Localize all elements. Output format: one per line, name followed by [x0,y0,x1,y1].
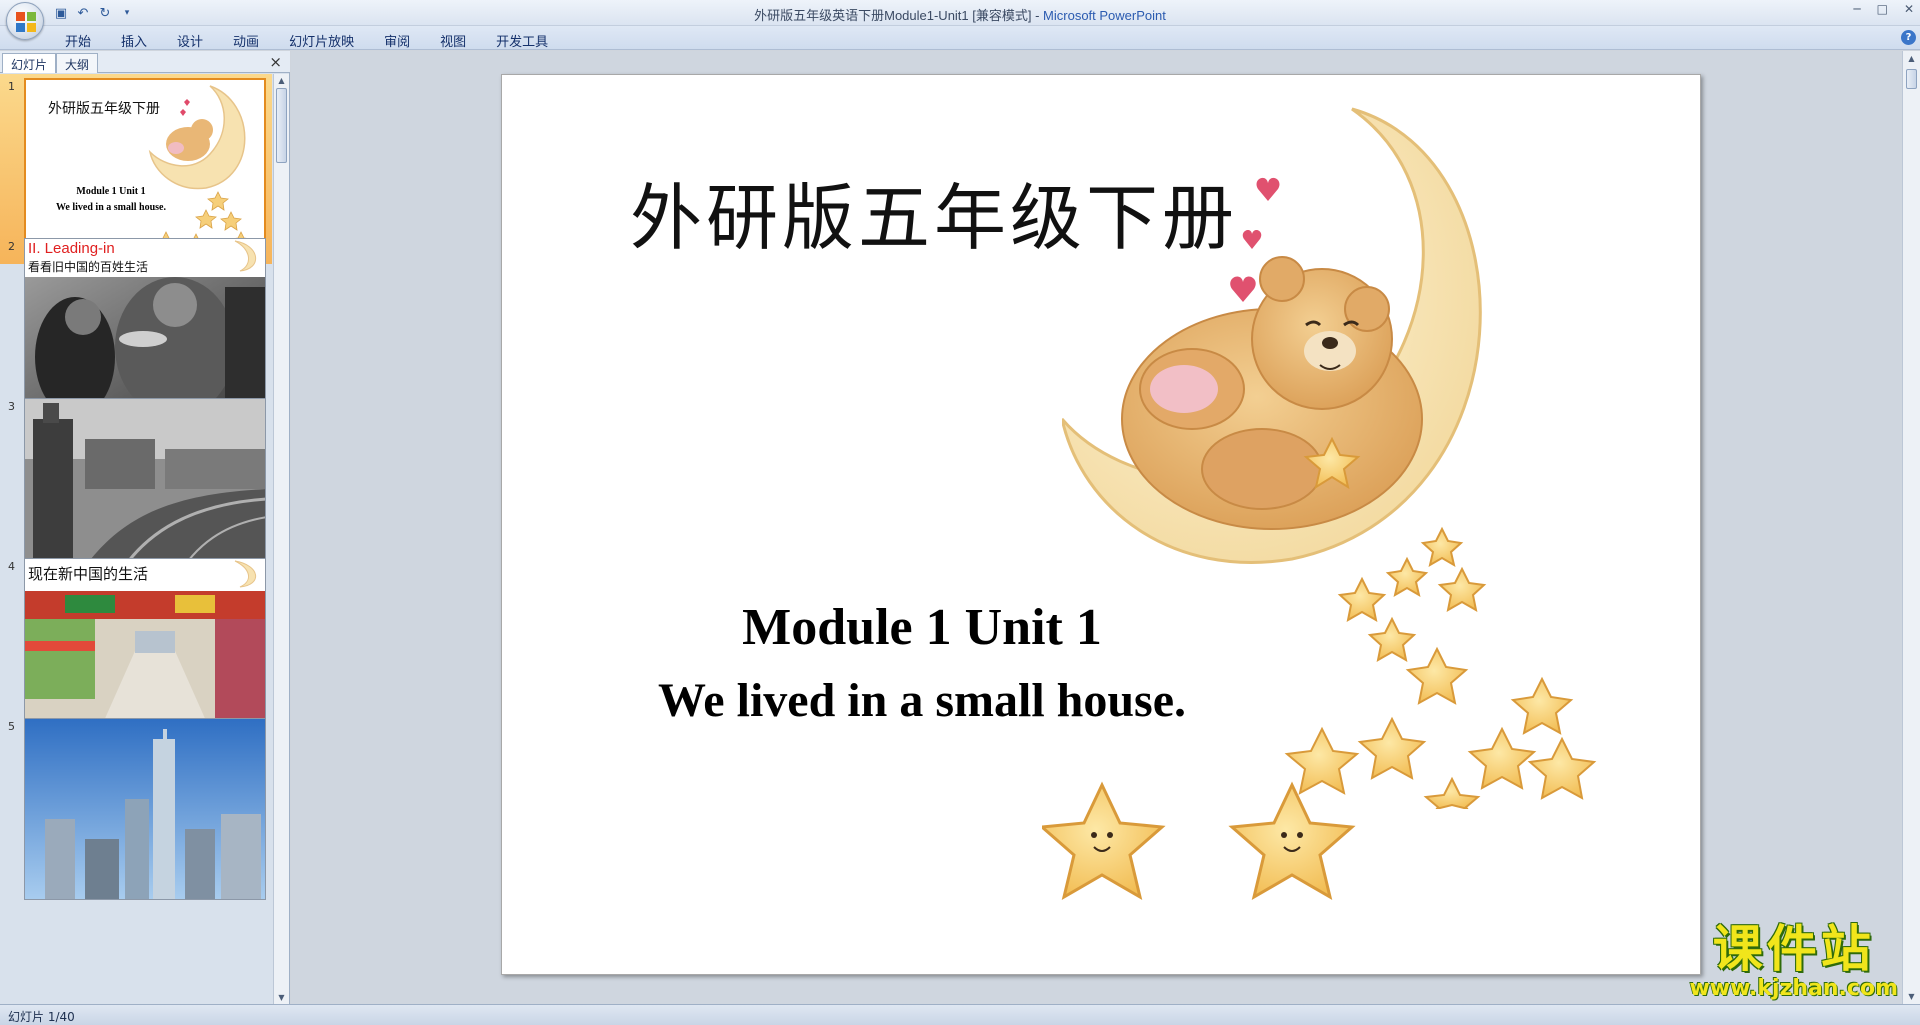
thumbnail-scrollbar[interactable]: ▲ ▼ [273,74,289,1004]
thumbnail-number: 3 [8,400,15,413]
tab-developer[interactable]: 开发工具 [481,29,563,52]
bear-on-moon-illustration [1062,107,1597,809]
tab-slides[interactable]: 幻灯片 [2,53,57,73]
thumbnail-title: 外研版五年级下册 [48,101,160,117]
modern-city-photo [25,719,265,899]
thumbnail-number: 4 [8,560,15,573]
minimize-icon[interactable]: ─ [1853,2,1860,16]
thumbnail-number: 5 [8,720,15,733]
thumbnail-row-5[interactable]: 5 [0,714,272,904]
tab-design[interactable]: 设计 [162,29,218,52]
scroll-up-icon[interactable]: ▲ [1906,53,1917,64]
window-title-document: 外研版五年级英语下册Module1-Unit1 [兼容模式] - [754,8,1044,23]
slides-panel: 幻灯片 大纲 × 1 外研版五年级下册 Module 1 Unit 1 We l… [0,51,290,1004]
watermark-title: 课件站 [1712,920,1875,978]
window-controls: ─ □ ✕ [1853,2,1914,16]
close-panel-icon[interactable]: × [269,53,282,71]
scroll-up-icon[interactable]: ▲ [276,75,287,86]
tab-review[interactable]: 审阅 [369,29,425,52]
current-slide[interactable]: 外研版五年级下册 Module 1 Unit 1 We lived in a s… [501,74,1701,975]
watermark-url: www.kjzhan.com [1689,976,1898,1001]
old-city-photo [25,399,265,579]
tab-outline[interactable]: 大纲 [56,53,99,73]
slide-scrollbar[interactable]: ▲ ▼ [1902,51,1920,1004]
window-title-app: Microsoft PowerPoint [1043,8,1166,23]
office-button[interactable] [6,2,44,40]
scrollbar-thumb[interactable] [1906,69,1917,89]
scroll-down-icon[interactable]: ▼ [276,992,287,1003]
help-icon[interactable]: ? [1901,30,1916,45]
thumbnail-number: 1 [8,80,15,93]
slide-counter: 幻灯片 1/40 [8,1010,75,1024]
thumbnail-title: II. Leading-in [28,240,115,257]
big-stars-illustration [1042,781,1356,901]
panel-tabs: 幻灯片 大纲 × [0,51,290,73]
tab-insert[interactable]: 插入 [106,29,162,52]
ribbon-tabs: 开始 插入 设计 动画 幻灯片放映 审阅 视图 开发工具 [50,29,563,52]
maximize-icon[interactable]: □ [1877,2,1888,16]
thumbnail-slide-1[interactable]: 外研版五年级下册 Module 1 Unit 1 We lived in a s… [24,78,266,260]
scroll-down-icon[interactable]: ▼ [1906,991,1917,1002]
scrollbar-thumb[interactable] [276,88,287,163]
tab-view[interactable]: 视图 [425,29,481,52]
thumbnail-slide-2[interactable]: II. Leading-in 看看旧中国的百姓生活 [24,238,266,420]
thumbnail-list: 1 外研版五年级下册 Module 1 Unit 1 We lived in a… [0,74,272,1004]
office-logo-icon [16,12,36,32]
moon-corner-illustration [234,240,257,272]
ribbon-tab-bar: 开始 插入 设计 动画 幻灯片放映 审阅 视图 开发工具 ? [0,26,1920,50]
thumbnail-slide-4[interactable]: 现在新中国的生活 [24,558,266,740]
powerpoint-window: ▣ ↶ ↻ ▾ 外研版五年级英语下册Module1-Unit1 [兼容模式] -… [0,0,1920,1025]
thumbnail-slide-5[interactable] [24,718,266,900]
thumbnail-slide-3[interactable] [24,398,266,580]
moon-corner-illustration [234,560,257,588]
tab-slide-show[interactable]: 幻灯片放映 [274,29,369,52]
close-window-icon[interactable]: ✕ [1904,2,1914,16]
watermark: 课件站 www.kjzhan.com [1689,922,1898,1001]
thumbnail-number: 2 [8,240,15,253]
tab-animations[interactable]: 动画 [218,29,274,52]
thumbnail-title: 现在新中国的生活 [28,565,149,583]
status-bar: 幻灯片 1/40 [0,1004,1920,1025]
window-title: 外研版五年级英语下册Module1-Unit1 [兼容模式] - Microso… [0,5,1920,24]
title-bar: ▣ ↶ ↻ ▾ 外研版五年级英语下册Module1-Unit1 [兼容模式] -… [0,0,1920,40]
bear-moon-illustration [148,85,252,257]
tab-home[interactable]: 开始 [50,29,106,52]
thumbnail-subtitle: 看看旧中国的百姓生活 [28,260,149,274]
